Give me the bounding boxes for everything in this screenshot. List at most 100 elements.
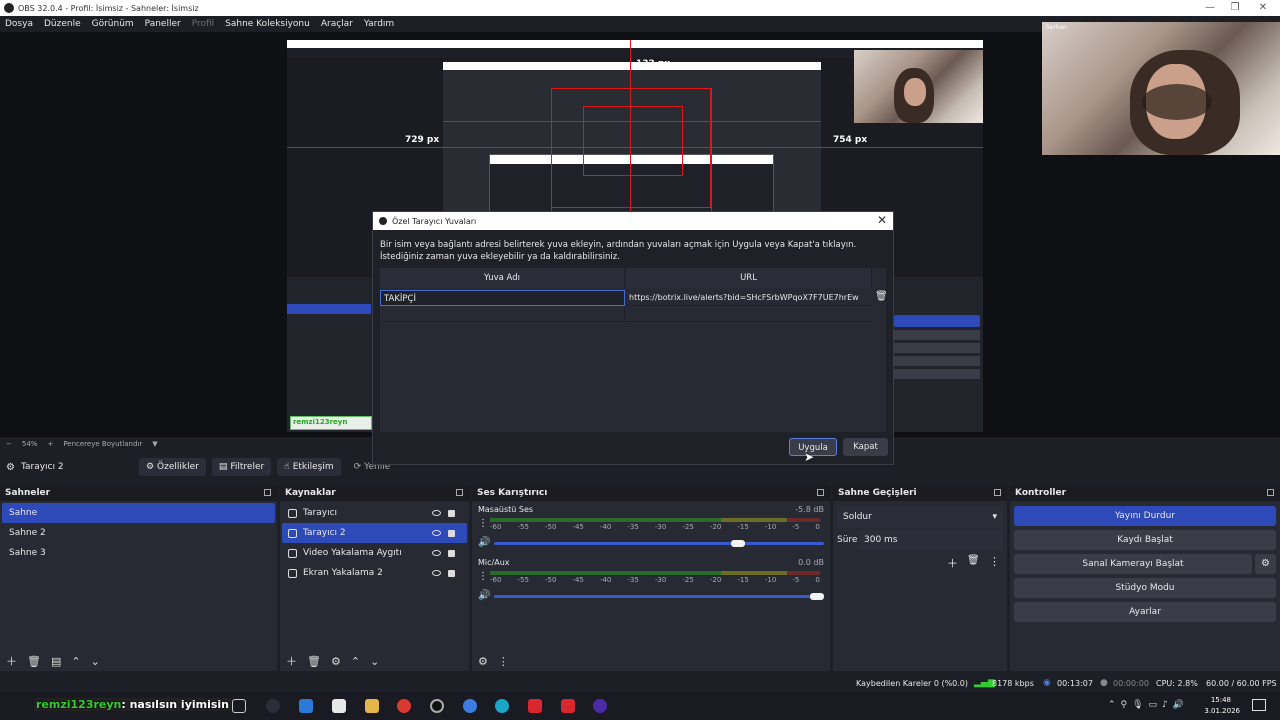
app-purple-icon[interactable] [593,699,607,713]
lock-icon[interactable] [448,549,455,557]
move-up-icon[interactable]: ⌃ [71,655,80,668]
move-up-icon[interactable]: ⌃ [351,655,360,668]
interact-button[interactable]: ☝ Etkileşim [277,458,341,476]
close-icon[interactable]: ✕ [877,213,887,227]
advanced-audio-icon[interactable]: ⚙ [478,655,488,668]
store-icon[interactable] [332,699,346,713]
zoom-in-button[interactable]: + [47,440,53,448]
edge-icon[interactable] [495,699,509,713]
filter-icon[interactable]: ▤ [51,655,61,668]
source-item[interactable]: Tarayıcı [282,503,467,523]
trash-icon[interactable]: 🗑 [875,291,888,302]
properties-button[interactable]: ⚙ Özellikler [138,458,206,476]
source-item[interactable]: Ekran Yakalama 2 [282,563,467,583]
studio-mode-button[interactable]: Stüdyo Modu [1014,578,1276,598]
system-tray-icons[interactable]: ⌃⚲🎙▭♪🔊 [1108,700,1189,710]
empty-url-input[interactable] [626,306,872,322]
level-meter [490,518,820,522]
trash-icon[interactable]: 🗑 [967,555,980,566]
eye-icon[interactable] [432,530,441,536]
filters-button[interactable]: ▤ Filtreler [211,458,272,476]
scene-item[interactable]: Sahne [2,503,275,523]
volume-knob[interactable] [731,540,745,547]
speaker-icon[interactable]: 🔊 [478,537,490,548]
move-down-icon[interactable]: ⌄ [370,655,379,668]
volume-slider[interactable] [494,595,824,598]
channel-name: Mic/Aux [478,558,510,567]
chrome-icon[interactable] [397,699,411,713]
window-titlebar: OBS 32.0.4 - Profil: İsimsiz - Sahneler:… [0,0,1280,16]
menu-edit[interactable]: Düzenle [44,19,81,29]
app-icon[interactable] [463,699,477,713]
menu-file[interactable]: Dosya [5,19,33,29]
empty-name-input[interactable] [380,306,625,322]
folder-icon[interactable] [365,699,379,713]
source-item[interactable]: Video Yakalama Aygıtı [282,543,467,563]
webcam-source[interactable]: Serkan [1042,22,1280,155]
scene-item[interactable]: Sahne 3 [2,543,275,563]
stream-icon: ◉ [1043,678,1051,688]
start-recording-button[interactable]: Kaydı Başlat [1014,530,1276,550]
source-item[interactable]: Tarayıcı 2 [282,523,467,543]
speaker-icon[interactable]: 🔊 [478,590,490,601]
kebab-icon[interactable]: ⋮ [498,655,509,668]
kebab-icon[interactable]: ⋮ [989,555,1000,568]
duration-input[interactable]: 300 ms [859,530,1003,550]
add-icon[interactable]: ＋ [286,653,297,669]
trash-icon[interactable]: 🗑 [307,655,321,668]
eye-icon[interactable] [432,570,441,576]
chevron-down-icon[interactable]: ▼ [152,440,157,448]
menu-help[interactable]: Yardım [364,19,394,29]
app-red-2-icon[interactable] [561,699,575,713]
nested-titlebar [287,40,983,48]
add-icon[interactable]: ＋ [947,555,958,571]
dock-name-input[interactable]: TAKİPÇİ [380,290,625,306]
lock-icon[interactable] [448,509,455,517]
start-virtual-camera-button[interactable]: Sanal Kamerayı Başlat [1014,554,1252,574]
kebab-icon[interactable]: ⋮ [478,518,488,529]
add-icon[interactable]: ＋ [6,653,17,669]
lock-icon[interactable] [448,529,455,537]
dropped-frames: Kaybedilen Kareler 0 (%0.0) [856,679,969,688]
obs-icon[interactable] [430,699,444,713]
zoom-mode-select[interactable]: Pencereye Boyutlandır [63,440,142,448]
volume-knob[interactable] [810,593,824,600]
menu-scene-collection[interactable]: Sahne Koleksiyonu [225,19,310,29]
trash-icon[interactable]: 🗑 [27,655,41,668]
channel-name: Masaüstü Ses [478,505,534,514]
lock-icon[interactable] [448,569,455,577]
copilot-icon[interactable] [266,699,280,713]
undock-icon[interactable] [994,489,1001,496]
eye-icon[interactable] [432,550,441,556]
mail-icon[interactable] [299,699,313,713]
gear-icon[interactable]: ⚙ [331,655,341,668]
volume-slider[interactable] [494,542,824,545]
close-button[interactable]: Kapat [843,438,888,456]
stop-streaming-button[interactable]: Yayını Durdur [1014,506,1276,526]
app-red-icon[interactable] [528,699,542,713]
undock-icon[interactable] [456,489,463,496]
sources-header: Kaynaklar [280,485,469,501]
menu-docks[interactable]: Paneller [145,19,181,29]
eye-icon[interactable] [432,510,441,516]
kebab-icon[interactable]: ⋮ [478,571,488,582]
gear-icon[interactable]: ⚙ [1255,554,1276,574]
scene-item[interactable]: Sahne 2 [2,523,275,543]
obs-logo-icon [4,3,14,13]
zoom-out-button[interactable]: − [6,440,12,448]
menu-profile[interactable]: Profil [192,19,214,29]
measure-box-inner-2 [583,106,683,176]
notification-icon[interactable] [1252,699,1266,711]
menu-view[interactable]: Görünüm [92,19,134,29]
undock-icon[interactable] [264,489,271,496]
task-view-icon[interactable] [232,699,246,713]
transition-select[interactable]: Soldur ▾ [837,507,1003,527]
dock-url-input[interactable]: https://botrix.live/alerts?bid=SHcFSrbWP… [626,290,872,306]
undock-icon[interactable] [817,489,824,496]
menu-tools[interactable]: Araçlar [321,19,353,29]
move-down-icon[interactable]: ⌄ [91,655,100,668]
undock-icon[interactable] [1267,489,1274,496]
settings-button[interactable]: Ayarlar [1014,602,1276,622]
close-icon[interactable]: ✕ [1243,0,1280,16]
globe-icon [288,508,297,518]
